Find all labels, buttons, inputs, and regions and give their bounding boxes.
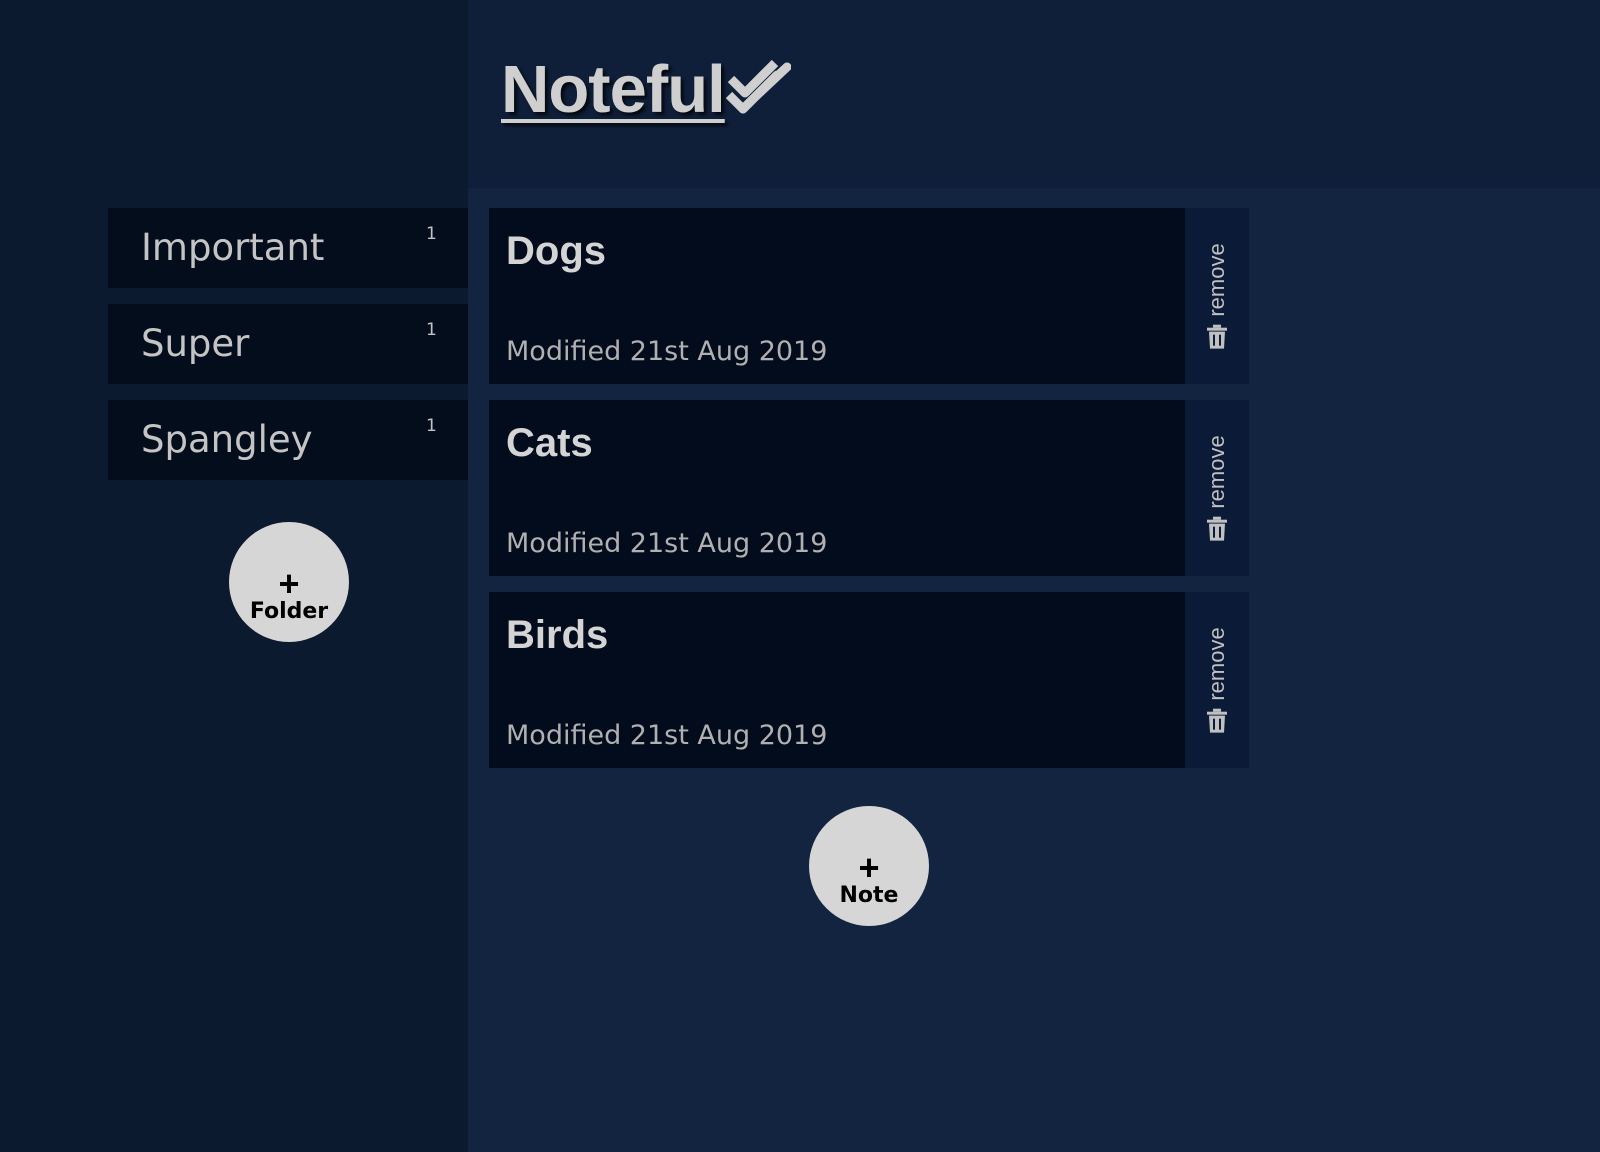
note-card: Birds Modified 21st Aug 2019 remove xyxy=(489,592,1249,768)
remove-content: remove xyxy=(1204,243,1230,349)
note-modified-date: Modified 21st Aug 2019 xyxy=(506,336,828,367)
note-list: Dogs Modified 21st Aug 2019 remove Cats … xyxy=(489,208,1249,784)
trash-icon xyxy=(1207,708,1227,733)
remove-content: remove xyxy=(1204,627,1230,733)
folder-list: Important 1 Super 1 Spangley 1 xyxy=(108,208,468,496)
remove-note-button[interactable]: remove xyxy=(1185,592,1249,768)
note-card: Cats Modified 21st Aug 2019 remove xyxy=(489,400,1249,576)
folder-name: Spangley xyxy=(141,418,313,461)
note-modified-date: Modified 21st Aug 2019 xyxy=(506,528,828,559)
folder-item-spangley[interactable]: Spangley 1 xyxy=(108,400,468,480)
add-note-button[interactable]: + Note xyxy=(809,806,929,926)
remove-label: remove xyxy=(1204,435,1229,509)
add-note-label: Note xyxy=(839,883,899,908)
add-folder-button[interactable]: + Folder xyxy=(229,522,349,642)
folder-name: Super xyxy=(141,322,250,365)
folder-item-important[interactable]: Important 1 xyxy=(108,208,468,288)
app-title-link[interactable]: Noteful xyxy=(501,50,726,130)
plus-icon: + xyxy=(858,847,880,888)
remove-label: remove xyxy=(1204,627,1229,701)
note-card: Dogs Modified 21st Aug 2019 remove xyxy=(489,208,1249,384)
folder-note-count: 1 xyxy=(426,224,437,244)
trash-icon xyxy=(1207,324,1227,349)
remove-note-button[interactable]: remove xyxy=(1185,208,1249,384)
remove-content: remove xyxy=(1204,435,1230,541)
note-title-link[interactable]: Dogs xyxy=(506,228,606,274)
remove-note-button[interactable]: remove xyxy=(1185,400,1249,576)
trash-icon xyxy=(1207,516,1227,541)
app-root: Noteful Important 1 Super 1 Spangley 1 +… xyxy=(0,0,1600,1152)
note-title-link[interactable]: Cats xyxy=(506,420,593,466)
folder-item-super[interactable]: Super 1 xyxy=(108,304,468,384)
folder-note-count: 1 xyxy=(426,416,437,436)
folder-note-count: 1 xyxy=(426,320,437,340)
double-check-icon xyxy=(725,59,791,114)
add-folder-label: Folder xyxy=(249,599,329,624)
folder-name: Important xyxy=(141,226,325,269)
note-modified-date: Modified 21st Aug 2019 xyxy=(506,720,828,751)
note-title-link[interactable]: Birds xyxy=(506,612,608,658)
remove-label: remove xyxy=(1204,243,1229,317)
plus-icon: + xyxy=(278,563,300,604)
